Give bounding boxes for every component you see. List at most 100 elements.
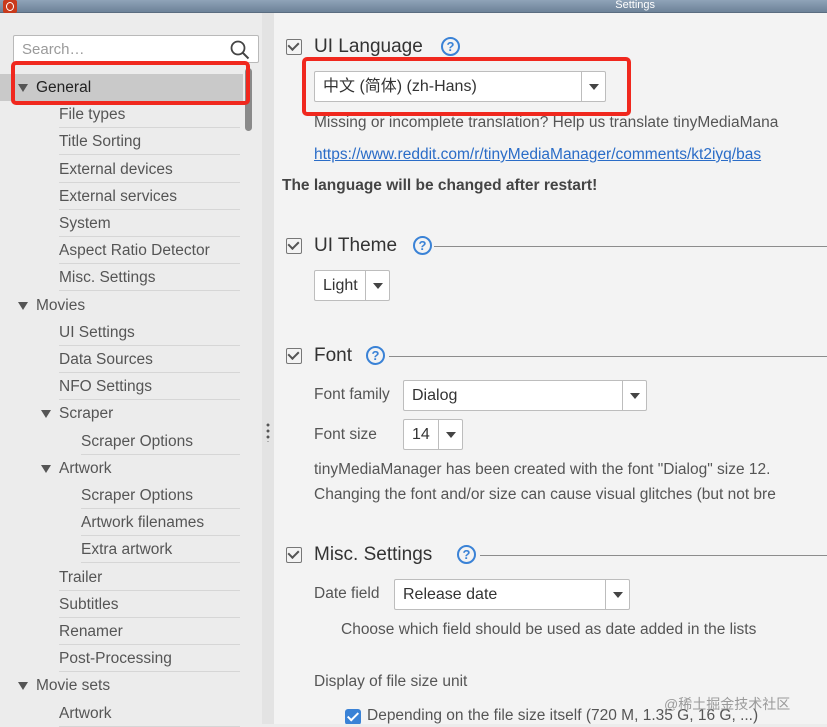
font-family-label: Font family <box>314 386 390 403</box>
search-box <box>13 35 259 63</box>
collapse-toggle-icon[interactable] <box>286 348 302 364</box>
row-separator <box>59 154 240 155</box>
tree-item-label: Artwork <box>59 705 112 722</box>
font-info-line-1: tinyMediaManager has been created with t… <box>314 461 771 478</box>
font-info-line-2: Changing the font and/or size can cause … <box>314 486 776 503</box>
tree-item[interactable]: System <box>0 210 243 237</box>
tree-item-label: Artwork <box>59 460 112 477</box>
tree-item-label: Movies <box>36 297 86 314</box>
file-size-checkbox[interactable] <box>345 709 361 724</box>
tree-item[interactable]: Trailer <box>0 564 243 591</box>
scrollbar-thumb[interactable] <box>245 68 252 131</box>
search-icon[interactable] <box>230 40 250 60</box>
tree-item[interactable]: Movies <box>0 292 243 319</box>
tree-item-label: Subtitles <box>59 596 119 613</box>
section-title: Font <box>314 345 353 366</box>
tree-item-label: General <box>36 79 92 96</box>
tree-item-label: Scraper Options <box>81 487 193 504</box>
chevron-down-icon[interactable] <box>605 580 629 609</box>
font-size-select[interactable]: 14 <box>403 419 463 450</box>
expand-triangle-icon[interactable] <box>18 84 28 92</box>
tree-item[interactable]: Title Sorting <box>0 128 243 155</box>
settings-content: UI Language ? 中文 (简体) (zh-Hans) Missing … <box>274 13 827 724</box>
tree-item-label: UI Settings <box>59 324 135 341</box>
collapse-toggle-icon[interactable] <box>286 547 302 563</box>
chevron-down-icon[interactable] <box>581 72 605 101</box>
font-size-value: 14 <box>412 426 430 443</box>
section-divider <box>389 356 827 357</box>
tree-item[interactable]: Artwork filenames <box>0 509 243 536</box>
tree-item-label: Extra artwork <box>81 541 173 558</box>
tree-item-label: System <box>59 215 111 232</box>
tree-item-label: Data Sources <box>59 351 153 368</box>
date-field-select[interactable]: Release date <box>394 579 630 610</box>
font-size-label: Font size <box>314 426 377 443</box>
watermark: @稀土掘金技术社区 <box>664 696 791 712</box>
section-divider <box>480 555 827 556</box>
tree-item[interactable]: Renamer <box>0 618 243 645</box>
tree-item[interactable]: Data Sources <box>0 346 243 373</box>
date-field-value: Release date <box>403 586 498 603</box>
tree-item[interactable]: File types <box>0 101 243 128</box>
tree-item[interactable]: Scraper Options <box>0 482 243 509</box>
file-size-unit-label: Display of file size unit <box>314 673 468 690</box>
tree-item-label: Misc. Settings <box>59 269 156 286</box>
row-separator <box>81 562 240 563</box>
section-title: UI Theme <box>314 235 398 256</box>
tree-item-label: Renamer <box>59 623 123 640</box>
tree-item-label: Post-Processing <box>59 650 172 667</box>
tree-item[interactable]: Misc. Settings <box>0 264 243 291</box>
section-divider <box>434 246 827 247</box>
collapse-toggle-icon[interactable] <box>286 238 302 254</box>
collapse-toggle-icon[interactable] <box>286 39 302 55</box>
tree-item[interactable]: Scraper Options <box>0 428 243 455</box>
language-select-value: 中文 (简体) (zh-Hans) <box>323 78 477 95</box>
font-family-value: Dialog <box>412 387 458 404</box>
section-font: Font ? <box>284 343 827 373</box>
tree-item-label: Aspect Ratio Detector <box>59 242 210 259</box>
sidebar-scrollbar[interactable] <box>244 68 253 724</box>
title-bar: Settings <box>0 0 827 13</box>
theme-select[interactable]: Light <box>314 270 390 301</box>
language-select[interactable]: 中文 (简体) (zh-Hans) <box>314 71 606 102</box>
tree-item[interactable]: Subtitles <box>0 591 243 618</box>
help-icon[interactable]: ? <box>413 236 432 255</box>
search-input[interactable] <box>14 36 224 62</box>
date-field-label: Date field <box>314 585 380 602</box>
expand-triangle-icon[interactable] <box>41 465 51 473</box>
tree-item-label: External devices <box>59 161 173 178</box>
translation-link[interactable]: https://www.reddit.com/r/tinyMediaManage… <box>314 146 761 164</box>
tree-item[interactable]: NFO Settings <box>0 373 243 400</box>
help-icon[interactable]: ? <box>457 545 476 564</box>
chevron-down-icon[interactable] <box>365 271 389 300</box>
expand-triangle-icon[interactable] <box>41 410 51 418</box>
section-ui-language: UI Language ? <box>284 34 827 64</box>
tree-item[interactable]: UI Settings <box>0 319 243 346</box>
tree-item[interactable]: Artwork <box>0 455 243 482</box>
tree-item[interactable]: General <box>0 74 243 101</box>
chevron-down-icon[interactable] <box>622 381 646 410</box>
help-icon[interactable]: ? <box>366 346 385 365</box>
chevron-down-icon[interactable] <box>438 420 462 449</box>
tree-item[interactable]: Extra artwork <box>0 536 243 563</box>
tree-item-label: Artwork filenames <box>81 514 205 531</box>
tree-item[interactable]: Artwork <box>0 700 243 727</box>
tree-item[interactable]: External devices <box>0 156 243 183</box>
expand-triangle-icon[interactable] <box>18 302 28 310</box>
date-field-description: Choose which field should be used as dat… <box>341 621 757 638</box>
split-pane-divider[interactable] <box>262 13 274 724</box>
tree-item[interactable]: Scraper <box>0 400 243 427</box>
theme-select-value: Light <box>323 277 358 294</box>
tree-item[interactable]: Movie sets <box>0 672 243 699</box>
expand-triangle-icon[interactable] <box>18 682 28 690</box>
font-family-select[interactable]: Dialog <box>403 380 647 411</box>
divider-grip-icon[interactable] <box>266 422 270 442</box>
tree-item[interactable]: Aspect Ratio Detector <box>0 237 243 264</box>
section-title: Misc. Settings <box>314 544 433 565</box>
tree-item-label: Scraper Options <box>81 433 193 450</box>
help-icon[interactable]: ? <box>441 37 460 56</box>
tree-item[interactable]: External services <box>0 183 243 210</box>
tree-item[interactable]: Post-Processing <box>0 645 243 672</box>
tree-item-label: Movie sets <box>36 677 111 694</box>
section-misc-settings: Misc. Settings ? <box>284 542 827 572</box>
